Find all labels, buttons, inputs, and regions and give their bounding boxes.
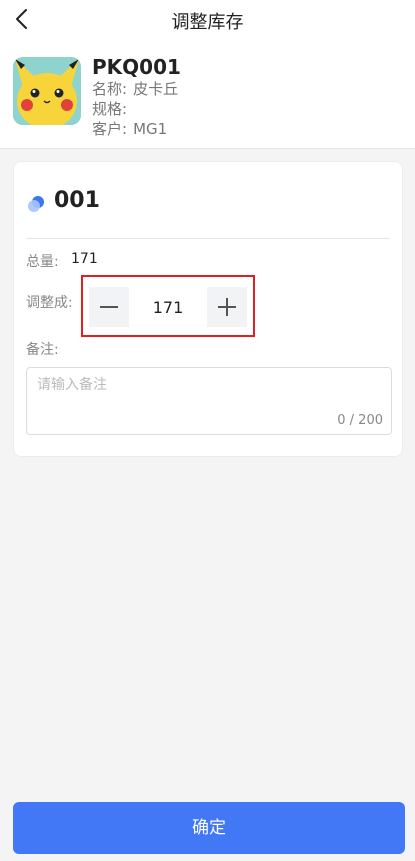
product-spec-label: 规格: xyxy=(92,100,128,118)
product-info: PKQ001 名称: 皮卡丘 规格: 客户: MG1 xyxy=(0,38,415,149)
adjust-label: 调整成: xyxy=(26,295,73,311)
location-card: 001 总量: 171 调整成: 备注: 0 / 200 xyxy=(13,161,403,457)
remark-field: 0 / 200 xyxy=(26,367,392,435)
location-code: 001 xyxy=(54,188,100,213)
total-value: 171 xyxy=(71,251,98,267)
quantity-input[interactable] xyxy=(133,287,203,327)
decrement-button[interactable] xyxy=(89,287,129,327)
header-bar: 调整库存 xyxy=(0,0,415,38)
product-spec-row: 规格: xyxy=(92,98,133,119)
product-name-label: 名称: xyxy=(92,80,128,98)
increment-button[interactable] xyxy=(207,287,247,327)
remark-char-count: 0 / 200 xyxy=(337,413,383,428)
confirm-button[interactable]: 确定 xyxy=(13,802,405,854)
product-image xyxy=(13,57,81,125)
product-customer-value: MG1 xyxy=(133,120,168,138)
minus-icon xyxy=(100,306,118,308)
product-name-value: 皮卡丘 xyxy=(133,80,179,98)
location-dot-icon xyxy=(28,196,44,212)
total-label: 总量: xyxy=(26,254,59,270)
plus-icon xyxy=(218,298,236,316)
divider xyxy=(26,238,390,239)
remark-label: 备注: xyxy=(26,342,59,358)
product-name-row: 名称: 皮卡丘 xyxy=(92,78,178,99)
product-customer-row: 客户: MG1 xyxy=(92,118,167,139)
product-code: PKQ001 xyxy=(92,55,181,79)
page-title: 调整库存 xyxy=(171,12,244,33)
product-customer-label: 客户: xyxy=(92,120,128,138)
quantity-stepper xyxy=(81,275,255,337)
